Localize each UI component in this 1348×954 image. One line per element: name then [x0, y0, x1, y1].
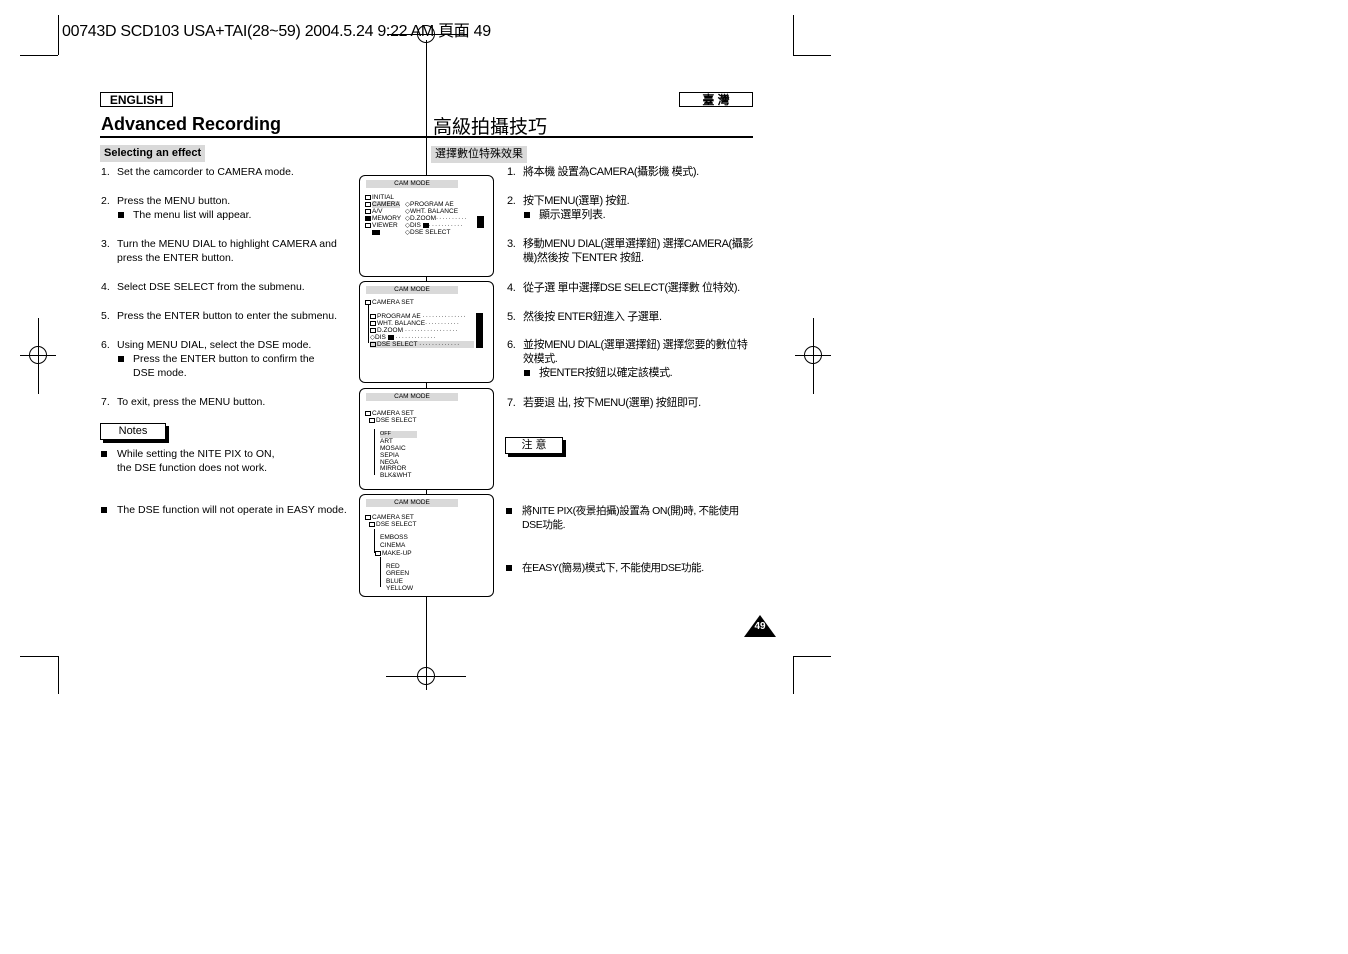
menu-item-selected: CAMERA	[372, 201, 400, 208]
menu-screen-3: CAM MODE CAMERA SET DSE SELECT OFF ART M…	[359, 388, 494, 490]
submenu-item: ◇D.ZOOM··········	[405, 215, 468, 222]
value-indicator	[477, 216, 484, 228]
screen-header: CAMERA SET	[372, 514, 414, 521]
dse-option: MIRROR	[380, 465, 407, 472]
screen-header: CAMERA SET	[372, 299, 414, 306]
dse-option: ART	[380, 438, 393, 445]
menu-item: D.ZOOM ·················	[370, 327, 459, 334]
makeup-option: GREEN	[386, 570, 410, 577]
note-2: The DSE function will not operate in EAS…	[100, 503, 350, 517]
screen-title: CAM MODE	[366, 499, 458, 507]
makeup-option: YELLOW	[386, 585, 414, 592]
submenu-item: ◇WHT. BALANCE	[405, 208, 459, 215]
memory-icon	[365, 215, 371, 221]
folder-icon	[365, 194, 371, 200]
makeup-option: RED	[386, 563, 400, 570]
language-tag-taiwan: 臺 灣	[679, 92, 753, 107]
submenu-item: ◇PROGRAM AE	[405, 201, 454, 208]
dse-option: MOSAIC	[380, 445, 406, 452]
menu-item-selected: DSE SELECT ·············	[370, 341, 474, 348]
submenu-item: ◇DIS ···········	[405, 222, 464, 229]
folder-icon	[369, 521, 375, 527]
camera-icon	[365, 514, 371, 520]
zh-note-1: 將NITE PIX(夜景拍攝)設置為 ON(開)時, 不能使用DSE功能.	[505, 504, 755, 532]
zh-step-6: 6. 並按MENU DIAL(選單選擇鈕) 選擇您要的數位特效模式. 按ENTER按…	[507, 338, 757, 380]
page-title-chinese: 高級拍攝技巧	[433, 117, 548, 138]
zh-step-4: 4. 從子選 單中選擇DSE SELECT(選擇數 位特效).	[507, 282, 740, 294]
menu-item: PROGRAM AE ··············	[370, 313, 467, 320]
menu-item: WHT. BALANCE···········	[370, 320, 460, 327]
menu-item: MEMORY	[372, 215, 402, 222]
camera-icon	[365, 201, 371, 207]
notes-label: Notes	[100, 423, 166, 440]
screen-title: CAM MODE	[366, 180, 458, 188]
viewer-icon	[365, 222, 371, 228]
title-rule-right	[426, 136, 753, 138]
step-5: 5. Press the ENTER button to enter the su…	[101, 310, 338, 322]
page-number: 49	[754, 621, 766, 632]
makeup-option: BLUE	[386, 578, 403, 585]
step-6: 6. Using MENU DIAL, select the DSE mode. P…	[101, 338, 321, 380]
step-3: 3. Turn the MENU DIAL to highlight CAMERA…	[101, 238, 337, 264]
title-rule	[100, 136, 426, 138]
menu-item: VIEWER	[372, 222, 398, 229]
screen-subheader: DSE SELECT	[376, 417, 417, 424]
step-4: 4. Select DSE SELECT from the submenu.	[101, 281, 305, 293]
zh-step-1: 1. 將本機 設置為CAMERA(攝影機 模式).	[507, 166, 699, 178]
section-heading-chinese: 選擇數位特殊效果	[431, 146, 527, 163]
dse-option: MAKE-UP	[375, 550, 412, 557]
screen-header: CAMERA SET	[372, 410, 414, 417]
dse-option: EMBOSS	[380, 534, 408, 541]
step-2: 2. Press the MENU button. The menu list wi…	[101, 194, 346, 222]
screen-title: CAM MODE	[366, 286, 458, 294]
screen-subheader: DSE SELECT	[376, 521, 417, 528]
zh-step-2: 2. 按下MENU(選單) 按鈕. 顯示選單列表.	[507, 194, 757, 222]
step-1: 1. Set the camcorder to CAMERA mode.	[101, 166, 294, 178]
menu-screen-2: CAM MODE CAMERA SET PROGRAM AE ·········…	[359, 281, 494, 383]
dse-option: BLK&WHT	[380, 472, 412, 479]
camera-icon	[365, 410, 371, 416]
page-title-english: Advanced Recording	[101, 114, 282, 134]
menu-screen-4: CAM MODE CAMERA SET DSE SELECT EMBOSS CI…	[359, 494, 494, 597]
note-1: While setting the NITE PIX to ON, the DS…	[100, 447, 290, 475]
value-indicators	[476, 313, 483, 348]
screen-title: CAM MODE	[366, 393, 458, 401]
submenu-item: ◇DSE SELECT	[405, 229, 451, 236]
zh-step-5: 5. 然後按 ENTER鈕進入 子選單.	[507, 311, 662, 323]
tape-icon	[372, 229, 380, 235]
zh-step-3: 3. 移動MENU DIAL(選單選擇鈕) 選擇CAMERA(攝影機)然後按 下E…	[507, 238, 754, 264]
av-icon	[365, 208, 371, 214]
zh-notes-label: 注 意	[505, 437, 563, 454]
dse-option: SEPIA	[380, 452, 400, 459]
step-7: 7. To exit, press the MENU button.	[101, 396, 266, 408]
menu-item: ◇DIS ·············	[370, 334, 437, 341]
section-heading-english: Selecting an effect	[100, 145, 206, 162]
page-number-badge: 49	[744, 615, 776, 637]
language-tag-english: ENGLISH	[100, 92, 173, 107]
zh-note-2: 在EASY(簡易)模式下, 不能使用DSE功能.	[505, 561, 755, 575]
menu-item: A/V	[372, 208, 383, 215]
menu-screen-1: CAM MODE INITIAL CAMERA A/V MEMORY VIEWE…	[359, 175, 494, 277]
zh-step-7: 7. 若要退 出, 按下MENU(選單) 按鈕即可.	[507, 397, 701, 409]
menu-item: INITIAL	[372, 194, 395, 201]
dse-option: CINEMA	[380, 542, 406, 549]
dse-option-selected: OFF	[380, 431, 417, 438]
folder-icon	[369, 417, 375, 423]
